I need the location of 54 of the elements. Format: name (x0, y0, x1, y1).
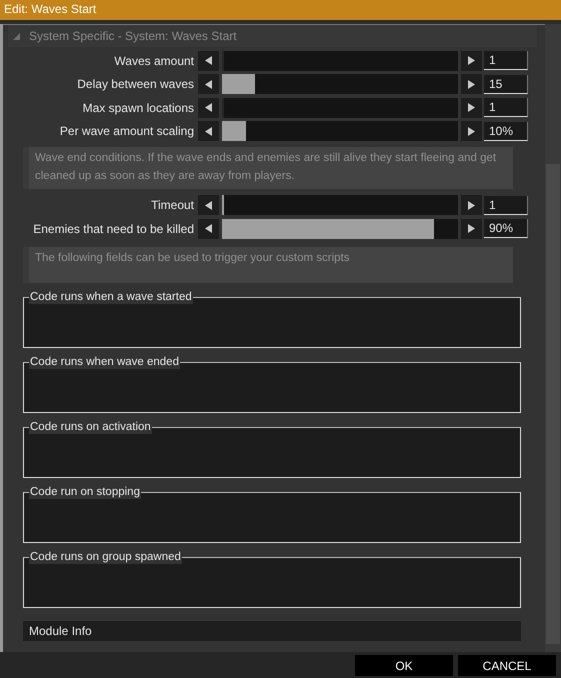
right-triangle-icon (468, 103, 475, 112)
value-field[interactable]: 90% (484, 219, 528, 238)
increase-button[interactable] (461, 218, 482, 238)
slider-label: Delay between waves (76, 77, 195, 91)
value-field[interactable]: 10% (484, 122, 528, 140)
left-triangle-icon (205, 200, 212, 210)
decrease-button[interactable] (198, 50, 219, 70)
code-field-label: Code runs when a wave started (29, 290, 193, 304)
value-field[interactable]: 1 (484, 98, 528, 117)
increase-button[interactable] (461, 98, 482, 118)
slider-track[interactable] (222, 50, 458, 70)
slider-label: Waves amount (113, 54, 195, 68)
right-triangle-icon (468, 80, 475, 88)
value-field[interactable]: 1 (484, 51, 528, 70)
slider-label: Timeout (150, 198, 195, 212)
left-triangle-icon (205, 56, 212, 65)
decrease-button[interactable] (198, 121, 219, 141)
right-triangle-icon (468, 224, 475, 233)
increase-button[interactable] (461, 121, 482, 141)
window-title: Edit: Waves Start (0, 0, 561, 20)
module-info-title: Module Info (29, 624, 92, 638)
increase-button[interactable] (461, 195, 482, 215)
slider-label: Per wave amount scaling (58, 124, 195, 138)
code-field-label: Code runs when wave ended (29, 354, 180, 368)
left-triangle-icon (205, 126, 212, 136)
value-field[interactable]: 1 (484, 196, 528, 214)
right-triangle-icon (468, 200, 475, 210)
code-field-label: Code runs on activation (29, 420, 152, 434)
info-text: The following fields can be used to trigger your custom scripts (35, 252, 350, 264)
left-triangle-icon (205, 224, 212, 233)
code-field-label: Code runs on group spawned (29, 550, 182, 564)
slider-label: Max spawn locations (82, 100, 195, 114)
ok-button[interactable]: OK (355, 655, 453, 676)
cancel-button[interactable]: CANCEL (458, 655, 556, 676)
section-title: System Specific - System: Waves Start (29, 29, 237, 43)
slider-track[interactable] (222, 98, 458, 118)
code-field-label: Code run on stopping (29, 484, 141, 498)
right-triangle-icon (468, 126, 475, 136)
slider-label: Enemies that need to be killed (32, 222, 195, 236)
decrease-button[interactable] (198, 74, 219, 94)
slider-track[interactable] (222, 195, 458, 215)
value-field[interactable]: 15 (484, 74, 528, 94)
right-triangle-icon (468, 56, 475, 65)
left-triangle-icon (205, 103, 212, 112)
scrollbar[interactable] (545, 24, 561, 652)
decrease-button[interactable] (198, 218, 219, 238)
decrease-button[interactable] (198, 98, 219, 118)
slider-track[interactable] (222, 121, 458, 141)
left-triangle-icon (205, 80, 212, 88)
info-text: Wave end conditions. If the wave ends and enemies are still alive they start fleeing and get cleaned up as soon as they are away from players. (35, 152, 496, 182)
decrease-button[interactable] (198, 195, 219, 215)
increase-button[interactable] (461, 50, 482, 70)
increase-button[interactable] (461, 74, 482, 94)
slider-track[interactable] (222, 74, 458, 94)
